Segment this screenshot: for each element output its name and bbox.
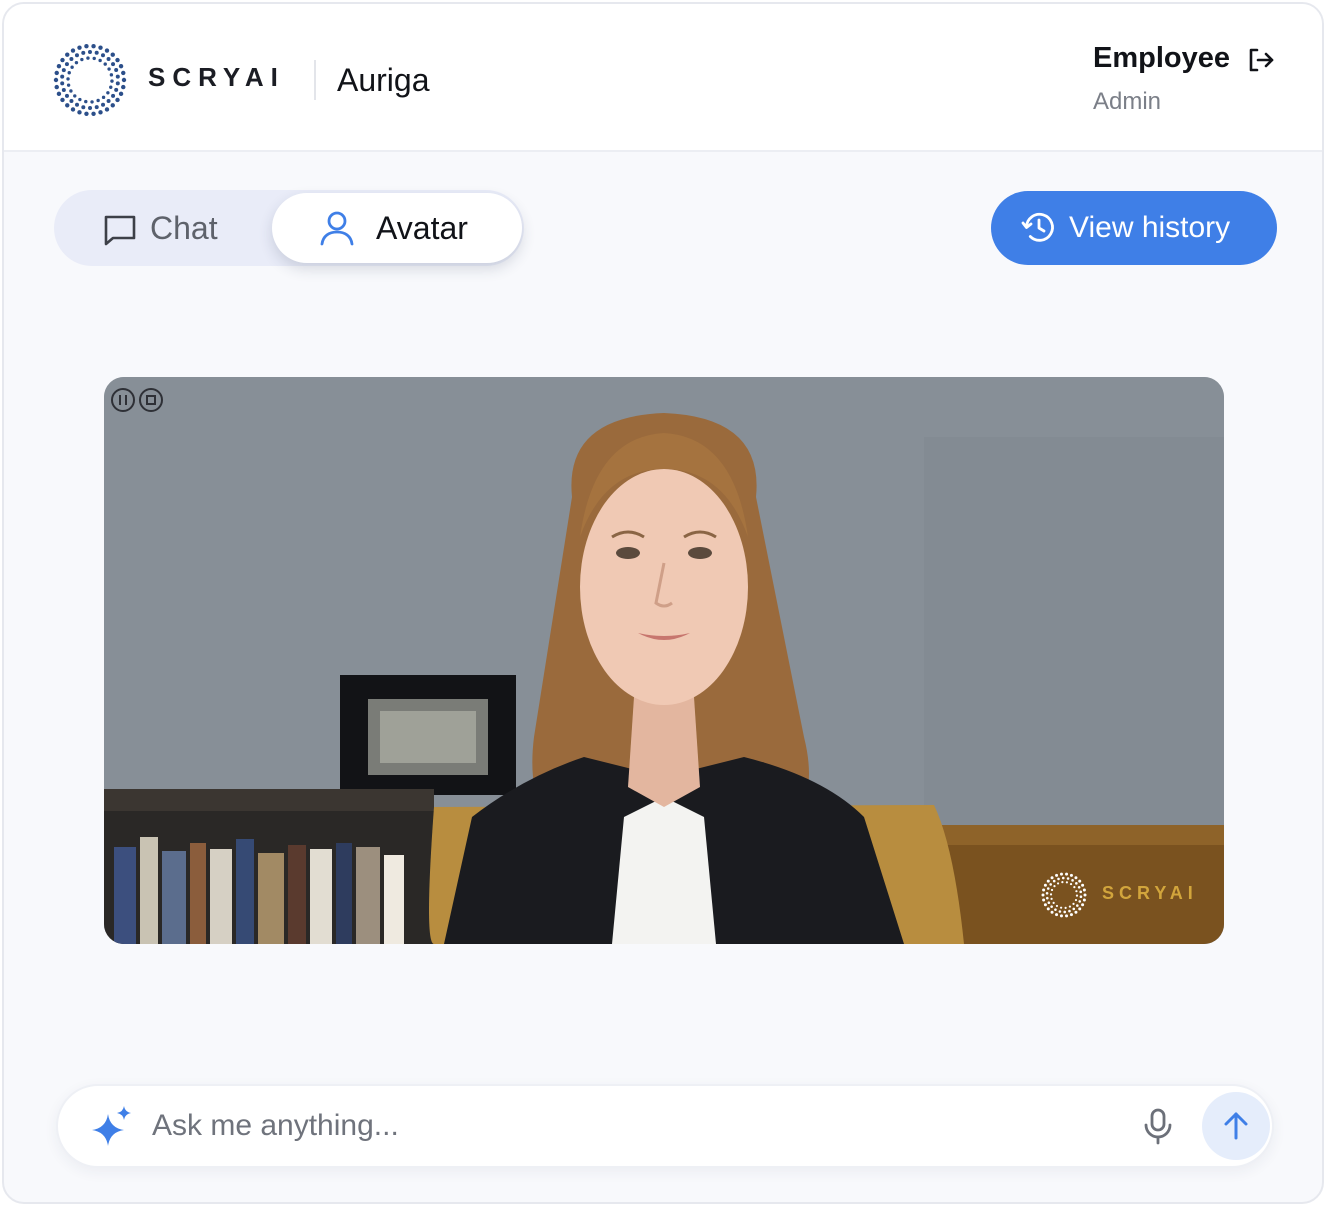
scryai-logo-icon xyxy=(53,43,127,117)
tab-avatar-label: Avatar xyxy=(376,209,468,246)
app-window: SCRYAI Auriga Employee Admin Chat Avatar xyxy=(2,2,1324,1204)
scryai-watermark-icon xyxy=(1041,872,1087,918)
avatar-video[interactable]: SCRYAI xyxy=(104,377,1224,944)
microphone-icon[interactable] xyxy=(1138,1106,1178,1146)
tab-chat[interactable]: Chat xyxy=(54,190,272,266)
view-history-button[interactable]: View history xyxy=(991,191,1277,265)
header: SCRYAI Auriga Employee Admin xyxy=(4,4,1322,152)
avatar-scene-image xyxy=(104,377,1224,944)
view-history-label: View history xyxy=(1069,211,1231,244)
sparkle-icon xyxy=(92,1106,131,1146)
header-divider xyxy=(314,60,316,100)
chat-bubble-icon xyxy=(104,215,136,246)
logo-text: SCRYAI xyxy=(148,62,285,92)
tab-avatar[interactable]: Avatar xyxy=(272,193,522,263)
chat-input-bar xyxy=(56,1084,1274,1168)
history-icon xyxy=(1021,212,1054,242)
mode-toggle: Chat Avatar xyxy=(54,190,524,266)
ask-input[interactable] xyxy=(152,1100,1112,1152)
user-role: Admin xyxy=(1093,88,1162,115)
send-button[interactable] xyxy=(1202,1092,1270,1160)
pause-icon[interactable] xyxy=(110,387,136,413)
user-name: Employee xyxy=(1093,42,1230,74)
stop-icon[interactable] xyxy=(138,387,164,413)
logout-icon[interactable] xyxy=(1245,45,1275,75)
person-icon xyxy=(320,211,354,246)
video-watermark-text: SCRYAI xyxy=(1102,883,1198,903)
tab-chat-label: Chat xyxy=(150,209,218,246)
arrow-up-icon xyxy=(1224,1112,1248,1140)
product-name: Auriga xyxy=(337,62,430,98)
